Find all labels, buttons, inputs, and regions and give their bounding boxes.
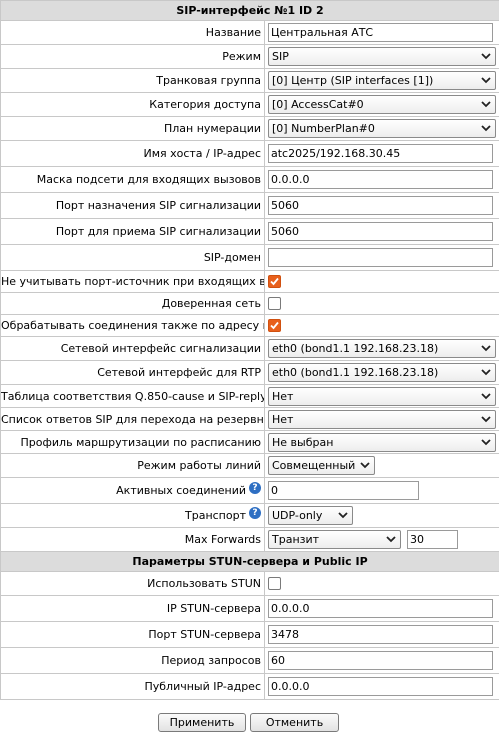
sip-domain-input[interactable] <box>268 248 493 267</box>
q850-table-select[interactable]: Нет <box>268 386 496 406</box>
access-category-select[interactable]: [0] AccessCat#0 <box>268 95 496 114</box>
cancel-button[interactable]: Отменить <box>250 713 339 732</box>
subnet-mask-label: Маска подсети для входящих вызовов <box>0 166 265 193</box>
sip-domain-label: SIP-домен <box>0 244 265 271</box>
numbering-plan-select[interactable]: [0] NumberPlan#0 <box>268 119 496 138</box>
public-ip-input[interactable]: 0.0.0.0 <box>268 677 493 696</box>
transport-label: Транспорт <box>185 509 246 522</box>
routing-profile-select-value: Не выбран <box>272 435 334 449</box>
rtp-iface-label: Сетевой интерфейс для RTP <box>0 360 265 385</box>
chevron-down-icon <box>481 415 491 422</box>
numbering-plan-select-value: [0] NumberPlan#0 <box>272 122 375 135</box>
subnet-mask-input[interactable]: 0.0.0.0 <box>268 170 493 189</box>
sip-reply-list-select[interactable]: Нет <box>268 409 496 429</box>
line-mode-select-value: Совмещенный <box>272 459 356 472</box>
transport-select-value: UDP-only <box>272 509 323 522</box>
numbering-plan-label: План нумерации <box>0 116 265 141</box>
form-title: SIP-интерфейс №1 ID 2 <box>0 0 499 21</box>
via-handling-checkbox[interactable] <box>268 319 281 333</box>
chevron-down-icon <box>338 512 348 519</box>
stun-use-label: Использовать STUN <box>0 571 265 596</box>
max-forwards-label: Max Forwards <box>0 527 265 552</box>
line-mode-select[interactable]: Совмещенный <box>268 456 375 475</box>
sip-interface-form: SIP-интерфейс №1 ID 2 Название Центральн… <box>0 0 499 700</box>
ignore-src-port-label: Не учитывать порт-источник при входящих … <box>0 270 265 293</box>
public-ip-label: Публичный IP-адрес <box>0 673 265 700</box>
sip-reply-list-label: Список ответов SIP для перехода на резер… <box>0 407 265 431</box>
sip-reply-list-select-value: Нет <box>272 412 294 426</box>
max-forwards-select-value: Транзит <box>272 533 320 546</box>
mode-label: Режим <box>0 44 265 69</box>
active-conns-label: Активных соединений <box>116 484 246 497</box>
access-category-label: Категория доступа <box>0 92 265 117</box>
chevron-down-icon <box>481 392 491 399</box>
trusted-net-label: Доверенная сеть <box>0 292 265 315</box>
dest-port-input[interactable]: 5060 <box>268 196 493 215</box>
chevron-down-icon <box>360 462 370 469</box>
transport-select[interactable]: UDP-only <box>268 506 353 525</box>
chevron-down-icon <box>481 77 491 84</box>
trunk-group-select-value: [0] Центр (SIP interfaces [1]) <box>272 74 434 87</box>
name-label: Название <box>0 20 265 45</box>
chevron-down-icon <box>481 53 491 60</box>
line-mode-label: Режим работы линий <box>0 453 265 478</box>
chevron-down-icon <box>481 369 491 376</box>
help-icon[interactable]: ? <box>249 482 261 494</box>
sig-iface-label: Сетевой интерфейс сигнализации <box>0 336 265 361</box>
stun-section-title: Параметры STUN-сервера и Public IP <box>0 551 499 572</box>
check-icon <box>270 278 279 286</box>
trusted-net-checkbox[interactable] <box>268 297 281 311</box>
q850-table-select-value: Нет <box>272 389 294 403</box>
recv-port-label: Порт для приема SIP сигнализации <box>0 218 265 245</box>
stun-ip-input[interactable]: 0.0.0.0 <box>268 599 493 618</box>
rtp-iface-select[interactable]: eth0 (bond1.1 192.168.23.18) <box>268 363 496 382</box>
stun-ip-label: IP STUN-сервера <box>0 595 265 622</box>
recv-port-input[interactable]: 5060 <box>268 222 493 241</box>
transport-cell: Транспорт? <box>0 503 265 528</box>
chevron-down-icon <box>481 101 491 108</box>
trunk-group-select[interactable]: [0] Центр (SIP interfaces [1]) <box>268 71 496 90</box>
max-forwards-input[interactable]: 30 <box>407 530 458 549</box>
stun-period-input[interactable]: 60 <box>268 651 493 670</box>
mode-select-value: SIP <box>272 50 289 63</box>
mode-select[interactable]: SIP <box>268 47 496 66</box>
stun-port-input[interactable]: 3478 <box>268 625 493 644</box>
stun-use-checkbox[interactable] <box>268 577 281 591</box>
chevron-down-icon <box>481 345 491 352</box>
ignore-src-port-checkbox[interactable] <box>268 275 281 289</box>
chevron-down-icon <box>481 438 491 445</box>
q850-table-label: Таблица соответствия Q.850-cause и SIP-r… <box>0 384 265 408</box>
stun-period-label: Период запросов <box>0 647 265 674</box>
apply-button[interactable]: Применить <box>158 713 246 732</box>
active-conns-cell: Активных соединений? <box>0 477 265 504</box>
check-icon <box>270 322 279 330</box>
name-input[interactable]: Центральная АТС <box>268 23 493 42</box>
max-forwards-select[interactable]: Транзит <box>268 530 401 549</box>
access-category-select-value: [0] AccessCat#0 <box>272 98 364 111</box>
sig-iface-select-value: eth0 (bond1.1 192.168.23.18) <box>272 342 439 355</box>
dest-port-label: Порт назначения SIP сигнализации <box>0 192 265 219</box>
trunk-group-label: Транковая группа <box>0 68 265 93</box>
host-input[interactable]: atc2025/192.168.30.45 <box>268 144 493 163</box>
active-conns-input[interactable]: 0 <box>268 481 419 500</box>
via-handling-label: Обрабатывать соединения также по адресу … <box>0 314 265 337</box>
rtp-iface-select-value: eth0 (bond1.1 192.168.23.18) <box>272 366 439 379</box>
chevron-down-icon <box>386 536 396 543</box>
routing-profile-label: Профиль маршрутизации по расписанию <box>0 430 265 454</box>
sig-iface-select[interactable]: eth0 (bond1.1 192.168.23.18) <box>268 339 496 358</box>
host-label: Имя хоста / IP-адрес <box>0 140 265 167</box>
routing-profile-select[interactable]: Не выбран <box>268 432 496 452</box>
chevron-down-icon <box>481 125 491 132</box>
help-icon[interactable]: ? <box>249 507 261 519</box>
stun-port-label: Порт STUN-сервера <box>0 621 265 648</box>
